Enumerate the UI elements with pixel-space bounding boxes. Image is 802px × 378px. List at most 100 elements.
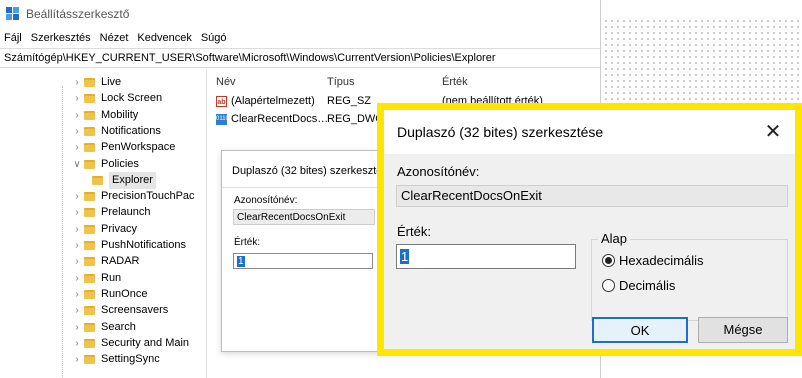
menu-edit[interactable]: Szerkesztés: [31, 32, 91, 44]
chevron-right-icon[interactable]: ›: [70, 237, 84, 254]
registry-tree[interactable]: › Live › Lock Screen › Mobility › Notifications…: [0, 70, 207, 378]
tree-item-label: Search: [101, 320, 136, 333]
value-name-label: Azonosítónév:: [397, 164, 480, 179]
column-header-data[interactable]: Érték: [442, 76, 468, 88]
menu-favorites[interactable]: Kedvencek: [137, 32, 191, 44]
tree-item-label: Policies: [101, 157, 139, 170]
tree-item[interactable]: › Run: [70, 270, 121, 287]
registry-editor-icon: [6, 7, 20, 21]
tree-guide-line: [62, 86, 63, 378]
tree-item[interactable]: › SettingSync: [70, 351, 159, 368]
tree-item-label: Live: [101, 76, 122, 88]
chevron-right-icon[interactable]: ›: [70, 253, 84, 270]
string-value-icon: ab: [216, 96, 227, 107]
chevron-right-icon[interactable]: ›: [70, 107, 84, 124]
chevron-right-icon[interactable]: ›: [70, 188, 84, 205]
value-data-input[interactable]: 1: [396, 244, 576, 269]
background-value-field[interactable]: 1: [233, 253, 373, 269]
tree-item[interactable]: Explorer: [92, 171, 156, 189]
menu-help[interactable]: Súgó: [201, 32, 227, 44]
ok-button[interactable]: OK: [592, 317, 688, 343]
menu-file[interactable]: Fájl: [4, 32, 22, 44]
value-name-field: ClearRecentDocsOnExit: [396, 185, 788, 207]
chevron-right-icon[interactable]: ›: [70, 139, 84, 156]
background-value-label: Érték:: [234, 237, 261, 248]
folder-icon: [84, 78, 95, 87]
chevron-right-icon[interactable]: ›: [70, 90, 84, 107]
value-row[interactable]: ab (Alapértelmezett) REG_SZ (nem beállít…: [216, 93, 543, 110]
tree-item-label: Run: [101, 271, 122, 284]
cancel-button[interactable]: Mégse: [698, 317, 788, 343]
edit-dword-dialog: Duplaszó (32 bites) szerkesztése ✕ Azono…: [377, 103, 802, 356]
tree-item-label: Explorer: [109, 171, 156, 189]
dialog-title: Duplaszó (32 bites) szerkesztése: [397, 124, 604, 140]
menu-view[interactable]: Nézet: [100, 32, 129, 44]
chevron-right-icon[interactable]: ›: [70, 204, 84, 221]
radio-unselected-icon: [602, 279, 615, 292]
tree-item-label: PushNotifications: [101, 239, 186, 251]
tree-item[interactable]: › RunOnce: [70, 286, 147, 303]
close-icon[interactable]: ✕: [761, 119, 785, 144]
folder-icon: [84, 208, 95, 218]
tree-item[interactable]: › Security and Main: [70, 335, 189, 352]
tree-item-label: RADAR: [101, 255, 140, 268]
menu-bar: Fájl Szerkesztés Nézet Kedvencek Súgó: [0, 28, 600, 48]
chevron-right-icon[interactable]: ›: [70, 351, 84, 368]
tree-item[interactable]: › Screensavers: [70, 302, 168, 319]
dialog-title-bar: Duplaszó (32 bites) szerkesztése ✕: [384, 110, 795, 154]
tree-item[interactable]: › Notifications: [70, 123, 161, 140]
tree-item[interactable]: › Search: [70, 319, 136, 336]
tree-item-label: Prelaunch: [101, 206, 151, 219]
tree-item-label: Privacy: [101, 222, 138, 235]
radio-decimal[interactable]: Decimális: [602, 278, 675, 293]
background-value-text: 1: [237, 256, 245, 267]
background-name-label: Azonosítónév:: [234, 195, 298, 206]
value-data-text: 1: [400, 249, 410, 264]
column-header-name[interactable]: Név: [216, 76, 236, 88]
folder-icon: [84, 159, 95, 169]
chevron-right-icon[interactable]: ›: [70, 74, 84, 91]
radio-decimal-label: Decimális: [619, 278, 676, 293]
column-header-type[interactable]: Típus: [327, 76, 355, 88]
radio-hexadecimal-label: Hexadecimális: [619, 253, 704, 268]
tree-item[interactable]: › Lock Screen: [70, 90, 162, 107]
tree-item[interactable]: › Privacy: [70, 221, 137, 238]
dialog-body: Azonosítónév: ClearRecentDocsOnExit Érté…: [384, 154, 795, 349]
tree-item-label: Screensavers: [101, 304, 169, 317]
radio-hexadecimal[interactable]: Hexadecimális: [602, 253, 704, 268]
value-type: REG_DWO: [327, 113, 384, 125]
tree-item-label: Lock Screen: [101, 92, 163, 105]
chevron-right-icon[interactable]: ›: [70, 286, 84, 303]
tree-item[interactable]: › PenWorkspace: [70, 139, 175, 156]
folder-icon: [84, 143, 95, 153]
tree-item[interactable]: › Prelaunch: [70, 204, 151, 221]
chevron-right-icon[interactable]: ›: [70, 319, 84, 336]
folder-icon: [84, 355, 95, 365]
tree-item[interactable]: › Mobility: [70, 107, 138, 124]
tree-item[interactable]: › PrecisionTouchPac: [70, 188, 194, 205]
folder-icon: [84, 241, 95, 250]
folder-icon: [84, 338, 95, 348]
background-name-field: ClearRecentDocsOnExit: [233, 209, 375, 225]
chevron-right-icon[interactable]: ›: [70, 302, 84, 319]
folder-icon: [84, 126, 95, 136]
chevron-right-icon[interactable]: ›: [70, 221, 84, 238]
address-bar[interactable]: Számítógép\HKEY_CURRENT_USER\Software\Mi…: [0, 48, 600, 68]
chevron-down-icon[interactable]: ∨: [70, 156, 84, 173]
tree-item[interactable]: › PushNotifications: [70, 237, 186, 254]
tree-item[interactable]: › Live: [70, 74, 121, 91]
value-row[interactable]: 0110 ClearRecentDocs… REG_DWO: [216, 111, 384, 128]
window-title: Beállításszerkesztő: [26, 7, 130, 21]
value-name: ClearRecentDocs…: [231, 113, 329, 125]
tree-item-label: Mobility: [101, 108, 139, 121]
tree-item[interactable]: › RADAR: [70, 253, 140, 270]
tree-item[interactable]: ∨ Policies: [70, 156, 139, 173]
chevron-right-icon[interactable]: ›: [70, 123, 84, 140]
folder-icon: [84, 94, 95, 104]
tree-item-label: RunOnce: [101, 287, 148, 300]
folder-icon: [84, 224, 95, 234]
folder-icon: [84, 273, 95, 283]
chevron-right-icon[interactable]: ›: [70, 270, 84, 287]
folder-icon: [84, 257, 95, 267]
chevron-right-icon[interactable]: ›: [70, 335, 84, 352]
